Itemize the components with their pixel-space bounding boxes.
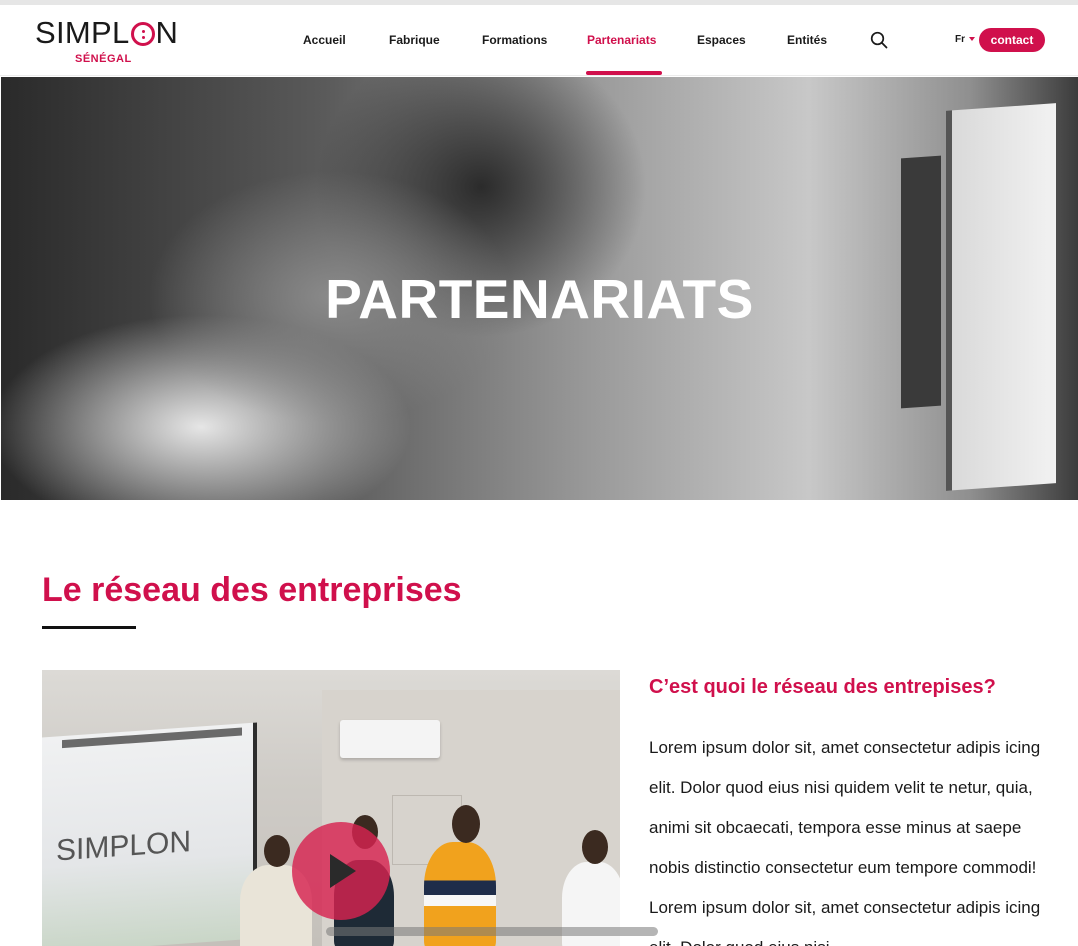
nav-item-fabrique[interactable]: Fabrique <box>389 33 440 47</box>
video-scene-projector-screen: SIMPLON <box>42 722 257 946</box>
active-nav-indicator <box>586 71 662 75</box>
simplon-logo[interactable]: SIMPL N SÉNÉGAL <box>35 15 178 67</box>
hero-banner: PARTENARIATS <box>1 77 1078 500</box>
logo-wordmark: SIMPL N <box>35 15 178 51</box>
side-heading: C’est quoi le réseau des entrepises? <box>649 676 996 698</box>
video-scene-air-conditioner <box>340 720 440 758</box>
video-scene-window-bar <box>62 727 242 749</box>
language-selector[interactable]: Fr <box>955 34 975 45</box>
nav-item-entites[interactable]: Entités <box>787 33 827 47</box>
video-scene-person-head <box>452 805 480 843</box>
logo-subtitle: SÉNÉGAL <box>75 53 132 65</box>
logo-text-right: N <box>155 15 179 50</box>
video-player[interactable]: SIMPLON <box>42 670 620 946</box>
section-title-divider <box>42 626 136 629</box>
logo-o-icon <box>130 22 155 46</box>
contact-button[interactable]: contact <box>979 28 1045 52</box>
video-scene-person-head <box>582 830 608 864</box>
caret-down-icon <box>969 37 975 41</box>
horizontal-scrollbar[interactable] <box>326 927 658 936</box>
video-scene-logo: SIMPLON <box>56 825 192 868</box>
side-paragraph: Lorem ipsum dolor sit, amet consectetur … <box>649 738 1041 946</box>
nav-item-espaces[interactable]: Espaces <box>697 33 746 47</box>
section-title: Le réseau des entreprises <box>42 571 462 609</box>
language-label: Fr <box>955 34 965 45</box>
nav-item-formations[interactable]: Formations <box>482 33 547 47</box>
play-icon[interactable] <box>292 822 390 920</box>
logo-text-left: SIMPL <box>35 15 130 50</box>
page-title: PARTENARIATS <box>325 268 754 330</box>
nav-item-partenariats[interactable]: Partenariats <box>587 33 656 47</box>
search-icon[interactable] <box>870 31 888 49</box>
video-scene-person-head <box>264 835 290 867</box>
site-header: SIMPL N SÉNÉGAL Accueil Fabrique Formatio… <box>0 5 1078 76</box>
nav-item-accueil[interactable]: Accueil <box>303 33 346 47</box>
